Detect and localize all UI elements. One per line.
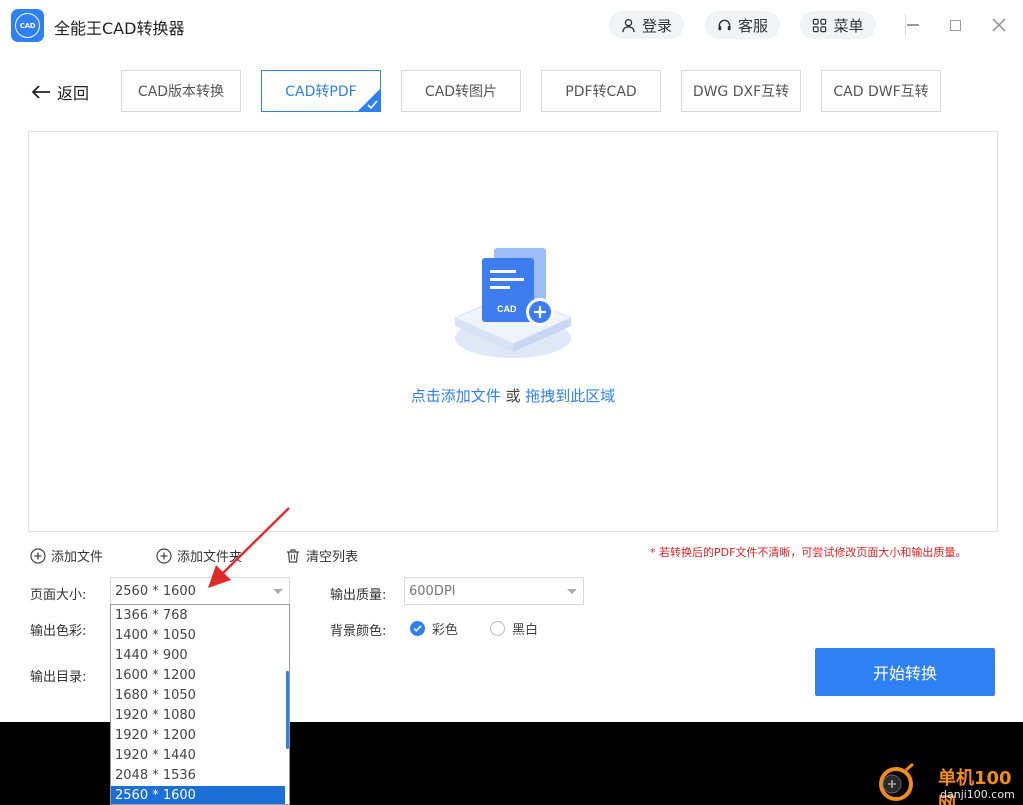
menu-button[interactable]: 菜单: [800, 11, 876, 39]
tab-label: CAD转图片: [424, 84, 498, 100]
page-size-label: 页面大小:: [30, 588, 87, 603]
watermark-url: danji100.com: [940, 788, 1015, 801]
radio-checked-icon: [410, 621, 425, 636]
app-title: 全能王CAD转换器: [54, 19, 185, 38]
page-size-dropdown[interactable]: 1366 * 768 1400 * 1050 1440 * 900 1600 *…: [110, 604, 290, 805]
or-text: 或: [500, 387, 526, 405]
tab-label: CAD转PDF: [285, 84, 357, 100]
menu-label: 菜单: [833, 16, 864, 35]
tab-label: PDF转CAD: [565, 84, 637, 100]
drop-zone-text: 点击添加文件 或 拖拽到此区域: [28, 385, 998, 406]
start-convert-button[interactable]: 开始转换: [815, 648, 995, 696]
color-label: 输出色彩:: [30, 624, 87, 639]
page-size-value: 2560 * 1600: [115, 583, 196, 599]
dropdown-option[interactable]: 1400 * 1050: [111, 626, 285, 646]
bg-bw-label: 黑白: [512, 623, 539, 638]
maximize-button[interactable]: [942, 12, 968, 38]
tab-pdf-to-cad[interactable]: PDF转CAD: [541, 70, 661, 112]
close-icon: [992, 18, 1006, 32]
background-label: 背景颜色:: [330, 624, 387, 639]
clear-list-label: 清空列表: [306, 550, 359, 565]
add-file-link[interactable]: 点击添加文件: [411, 387, 501, 405]
dropdown-option[interactable]: 1680 * 1050: [111, 686, 285, 706]
chevron-down-icon: [567, 589, 577, 594]
close-button[interactable]: [986, 12, 1012, 38]
quality-hint: * 若转换后的PDF文件不清晰，可尝试修改页面大小和输出质量。: [650, 546, 967, 559]
user-icon: [622, 18, 635, 32]
dropdown-option[interactable]: 1600 * 1200: [111, 666, 285, 686]
output-dir-label: 输出目录:: [30, 670, 87, 685]
dropdown-scrollbar[interactable]: [286, 671, 289, 749]
watermark-logo-icon: [879, 762, 914, 801]
quality-value: 600DPI: [409, 583, 456, 599]
plus-circle-icon: [156, 547, 172, 564]
login-button[interactable]: 登录: [609, 11, 684, 39]
dropdown-option[interactable]: 1440 * 900: [111, 646, 285, 666]
bg-color-radio[interactable]: 彩色: [410, 619, 458, 638]
check-icon: [367, 100, 378, 110]
minimize-button[interactable]: [900, 12, 926, 38]
service-label: 客服: [737, 16, 768, 35]
back-button[interactable]: 返回: [31, 80, 89, 104]
tab-label: DWG DXF互转: [692, 84, 790, 100]
start-convert-label: 开始转换: [872, 664, 937, 683]
watermark: 单机100网 danji100.com: [874, 760, 1023, 805]
tab-cad-to-image[interactable]: CAD转图片: [401, 70, 521, 112]
tab-dwg-dxf[interactable]: DWG DXF互转: [681, 70, 801, 112]
radio-unchecked-icon: [490, 621, 505, 636]
bg-bw-radio[interactable]: 黑白: [490, 619, 538, 638]
app-logo-icon: CAD: [11, 9, 44, 42]
add-file-button[interactable]: 添加文件: [30, 546, 103, 565]
add-file-label: 添加文件: [51, 550, 104, 565]
app-logo-text: CAD: [15, 13, 40, 38]
dropdown-option-selected[interactable]: 2560 * 1600: [111, 786, 285, 804]
bg-color-label: 彩色: [432, 623, 459, 638]
arrow-left-icon: [31, 85, 50, 99]
dropdown-option[interactable]: 1366 * 768: [111, 606, 285, 626]
quality-select[interactable]: 600DPI: [404, 577, 584, 605]
grid-icon: [813, 18, 827, 32]
dropdown-option[interactable]: 2048 * 1536: [111, 766, 285, 786]
tab-cad-version[interactable]: CAD版本转换: [121, 70, 241, 112]
headset-icon: [718, 19, 731, 30]
drag-here-link: 拖拽到此区域: [525, 387, 616, 405]
add-cad-file-icon: CAD: [453, 248, 573, 358]
tab-label: CAD DWF互转: [833, 84, 929, 100]
tab-cad-to-pdf[interactable]: CAD转PDF: [261, 70, 381, 112]
tab-label: CAD版本转换: [137, 84, 225, 100]
dropdown-option[interactable]: 1920 * 1200: [111, 726, 285, 746]
back-label: 返回: [57, 84, 90, 103]
drop-badge-text: CAD: [497, 304, 517, 314]
minimize-icon: [907, 24, 919, 26]
tab-cad-dwf[interactable]: CAD DWF互转: [821, 70, 941, 112]
login-label: 登录: [641, 16, 672, 35]
dropdown-option[interactable]: 1920 * 1440: [111, 746, 285, 766]
dropdown-option[interactable]: 1920 * 1080: [111, 706, 285, 726]
plus-circle-icon: [30, 547, 46, 564]
service-button[interactable]: 客服: [705, 11, 780, 39]
quality-label: 输出质量:: [330, 588, 387, 603]
annotation-arrow-icon: [208, 507, 290, 588]
maximize-icon: [949, 19, 961, 31]
